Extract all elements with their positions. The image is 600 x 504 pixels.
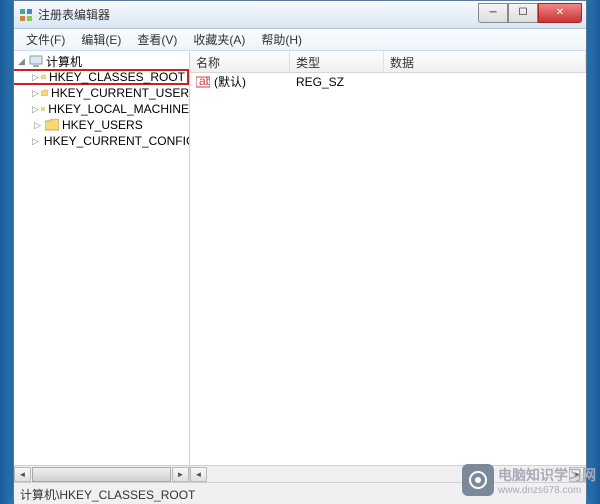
tree-scrollbar: ◄ ► (14, 465, 190, 482)
list-row[interactable]: ab (默认) REG_SZ (190, 73, 586, 90)
close-button[interactable]: ✕ (538, 3, 582, 23)
cell-type: REG_SZ (290, 75, 384, 89)
menu-edit[interactable]: 编辑(E) (73, 29, 129, 50)
tree-node-hku[interactable]: ▷ HKEY_USERS (14, 117, 189, 133)
values-panel: 名称 类型 数据 ab (默认) REG_SZ (190, 51, 586, 465)
list-body: ab (默认) REG_SZ (190, 73, 586, 465)
menu-favorites[interactable]: 收藏夹(A) (185, 29, 253, 50)
menu-view[interactable]: 查看(V) (129, 29, 185, 50)
registry-tree: ◢ 计算机 ▷ HKEY_CLASSES_ROOT ▷ HKEY_CURRENT… (14, 51, 189, 151)
window-title: 注册表编辑器 (38, 6, 478, 23)
tree-node-root[interactable]: ◢ 计算机 (14, 53, 189, 69)
scroll-left-button[interactable]: ◄ (14, 467, 31, 482)
scroll-right-button[interactable]: ► (172, 467, 189, 482)
watermark: 电脑知识学习网 www.dnzs678.com (462, 464, 596, 496)
tree-node-hkcr[interactable]: ▷ HKEY_CLASSES_ROOT (14, 69, 189, 85)
watermark-url: www.dnzs678.com (498, 485, 596, 496)
expand-icon[interactable]: ▷ (32, 120, 43, 131)
titlebar[interactable]: 注册表编辑器 ─ ☐ ✕ (14, 1, 586, 29)
column-data[interactable]: 数据 (384, 51, 586, 72)
folder-icon (41, 103, 45, 115)
tree-node-hkcc[interactable]: ▷ HKEY_CURRENT_CONFIG (14, 133, 189, 149)
list-header: 名称 类型 数据 (190, 51, 586, 73)
window-controls: ─ ☐ ✕ (478, 3, 582, 23)
tree-label: HKEY_CURRENT_USER (51, 86, 189, 100)
watermark-text-block: 电脑知识学习网 www.dnzs678.com (498, 465, 596, 496)
tree-node-hkcu[interactable]: ▷ HKEY_CURRENT_USER (14, 85, 189, 101)
regedit-window: 注册表编辑器 ─ ☐ ✕ 文件(F) 编辑(E) 查看(V) 收藏夹(A) 帮助… (13, 0, 587, 500)
string-value-icon: ab (196, 75, 210, 89)
cell-name: ab (默认) (190, 73, 290, 90)
folder-icon (41, 87, 48, 99)
column-name[interactable]: 名称 (190, 51, 290, 72)
column-type[interactable]: 类型 (290, 51, 384, 72)
content-area: ◢ 计算机 ▷ HKEY_CLASSES_ROOT ▷ HKEY_CURRENT… (14, 51, 586, 465)
tree-label: HKEY_CLASSES_ROOT (49, 70, 185, 84)
watermark-title: 电脑知识学习网 (498, 465, 596, 485)
tree-label: HKEY_LOCAL_MACHINE (48, 102, 189, 116)
expand-icon[interactable]: ▷ (32, 72, 39, 83)
expand-icon[interactable]: ▷ (32, 88, 39, 99)
computer-icon (29, 55, 43, 67)
tree-label: HKEY_CURRENT_CONFIG (44, 134, 190, 148)
expand-icon[interactable]: ◢ (16, 56, 27, 67)
tree-label: 计算机 (46, 53, 82, 70)
scroll-thumb[interactable] (32, 467, 171, 482)
watermark-icon (462, 464, 494, 496)
menubar: 文件(F) 编辑(E) 查看(V) 收藏夹(A) 帮助(H) (14, 29, 586, 51)
app-icon (18, 7, 34, 23)
minimize-button[interactable]: ─ (478, 3, 508, 23)
tree-node-hklm[interactable]: ▷ HKEY_LOCAL_MACHINE (14, 101, 189, 117)
maximize-button[interactable]: ☐ (508, 3, 538, 23)
value-name: (默认) (214, 73, 246, 90)
svg-text:ab: ab (199, 75, 210, 88)
tree-panel: ◢ 计算机 ▷ HKEY_CLASSES_ROOT ▷ HKEY_CURRENT… (14, 51, 190, 465)
menu-help[interactable]: 帮助(H) (253, 29, 310, 50)
folder-icon (45, 119, 59, 131)
expand-icon[interactable]: ▷ (32, 104, 39, 115)
folder-icon (41, 71, 46, 83)
scroll-left-button[interactable]: ◄ (190, 467, 207, 482)
expand-icon[interactable]: ▷ (32, 136, 39, 147)
menu-file[interactable]: 文件(F) (18, 29, 73, 50)
tree-label: HKEY_USERS (62, 118, 143, 132)
